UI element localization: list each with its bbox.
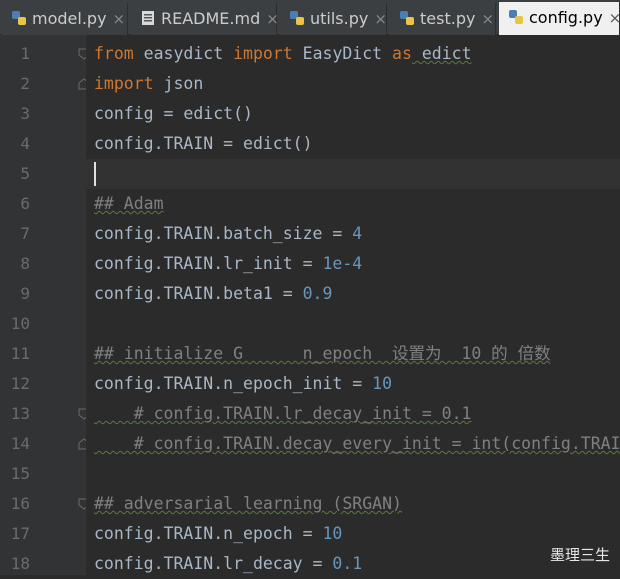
code-line[interactable]: config = edict() [94, 99, 253, 129]
code-token: 10 [322, 524, 342, 543]
line-number: 13 [0, 399, 30, 429]
code-token: ## Adam [94, 194, 164, 213]
code-token: # config.TRAIN.decay_every_init = int(co… [94, 434, 620, 453]
code-token: 0.9 [303, 284, 333, 303]
python-file-icon [10, 6, 28, 24]
code-token: ## adversarial learning (SRGAN) [94, 494, 402, 513]
code-token: config.TRAIN.beta1 = [94, 284, 303, 303]
code-token: from [94, 44, 134, 63]
tab-label: test.py [420, 9, 475, 28]
python-file-icon [398, 6, 416, 24]
python-file-icon [288, 6, 306, 24]
tab-readme-md[interactable]: README.md × [131, 3, 277, 35]
code-token: config.TRAIN.n_epoch = [94, 524, 322, 543]
code-line[interactable]: # config.TRAIN.lr_decay_init = 0.1 [94, 399, 472, 429]
code-line[interactable]: config.TRAIN.beta1 = 0.9 [94, 279, 332, 309]
code-token: config.TRAIN = edict() [94, 134, 313, 153]
code-token: import [233, 44, 293, 63]
code-token: import [94, 74, 154, 93]
code-line[interactable]: config.TRAIN.n_epoch_init = 10 [94, 369, 392, 399]
line-number: 1 [0, 39, 30, 69]
text-caret [94, 162, 96, 186]
code-line[interactable]: config.TRAIN = edict() [94, 129, 313, 159]
code-token: easydict [134, 44, 233, 63]
line-number: 16 [0, 489, 30, 519]
line-number: 12 [0, 369, 30, 399]
code-token: json [154, 74, 204, 93]
line-number: 3 [0, 99, 30, 129]
code-editor[interactable]: from easydict import EasyDict as edictim… [86, 35, 620, 575]
code-token: # config.TRAIN.lr_decay_init = 0.1 [94, 404, 472, 423]
code-token: 4 [352, 224, 362, 243]
code-line[interactable]: ## initialize G n_epoch 设置为 10 的 倍数 [94, 339, 551, 369]
code-line[interactable]: ## Adam [94, 189, 164, 219]
close-icon[interactable]: × [609, 2, 620, 34]
tab-label: utils.py [310, 9, 368, 28]
code-line[interactable]: config.TRAIN.lr_init = 1e-4 [94, 249, 362, 279]
close-icon[interactable]: × [113, 3, 126, 35]
code-line[interactable]: from easydict import EasyDict as edict [94, 39, 472, 69]
line-number-gutter[interactable]: 1 2 3 4 5 6 7 8 9 10 11 12 13 14 15 16 1… [0, 35, 87, 575]
line-number: 9 [0, 279, 30, 309]
tab-test-py[interactable]: test.py × [390, 3, 496, 35]
code-token: config = edict() [94, 104, 253, 123]
line-number: 8 [0, 249, 30, 279]
code-token: config.TRAIN.n_epoch_init = [94, 374, 372, 393]
close-icon[interactable]: × [266, 3, 279, 35]
close-icon[interactable]: × [374, 3, 387, 35]
line-number: 15 [0, 459, 30, 489]
code-line[interactable]: # config.TRAIN.decay_every_init = int(co… [94, 429, 620, 459]
line-number: 14 [0, 429, 30, 459]
current-line-highlight [86, 159, 620, 189]
editor-tab-bar: model.py× README.md× utils.py× test.py× … [0, 0, 620, 35]
code-token: config.TRAIN.lr_init = [94, 254, 322, 273]
markdown-file-icon [139, 6, 157, 24]
code-token: 1e-4 [322, 254, 362, 273]
code-token: as [392, 44, 412, 63]
line-number: 5 [0, 159, 30, 189]
line-number: 17 [0, 519, 30, 549]
tab-utils-py[interactable]: utils.py × [280, 3, 387, 35]
code-token: EasyDict [293, 44, 392, 63]
tab-config-py[interactable]: config.py × [499, 2, 620, 35]
code-token: config.TRAIN.lr_decay = [94, 554, 332, 573]
code-token: ## initialize G n_epoch 设置为 10 的 倍数 [94, 344, 551, 363]
line-number: 4 [0, 129, 30, 159]
code-line[interactable]: ## adversarial learning (SRGAN) [94, 489, 402, 519]
tab-label: config.py [529, 8, 603, 27]
code-token: 10 [372, 374, 392, 393]
code-token: 0.1 [332, 554, 362, 573]
line-number: 2 [0, 69, 30, 99]
line-number: 11 [0, 339, 30, 369]
line-number: 10 [0, 309, 30, 339]
code-line[interactable]: import json [94, 69, 203, 99]
code-token: config.TRAIN.batch_size = [94, 224, 352, 243]
code-line[interactable]: config.TRAIN.batch_size = 4 [94, 219, 362, 249]
watermark: 墨理三生 [550, 544, 610, 565]
close-icon[interactable]: × [481, 3, 494, 35]
code-line[interactable]: config.TRAIN.lr_decay = 0.1 [94, 549, 362, 575]
python-file-icon [507, 5, 525, 23]
code-line[interactable]: config.TRAIN.n_epoch = 10 [94, 519, 342, 549]
tab-label: model.py [32, 9, 107, 28]
tab-model-py[interactable]: model.py × [2, 3, 128, 35]
line-number: 7 [0, 219, 30, 249]
code-token: edict [412, 44, 472, 63]
line-number: 6 [0, 189, 30, 219]
tab-label: README.md [161, 9, 260, 28]
